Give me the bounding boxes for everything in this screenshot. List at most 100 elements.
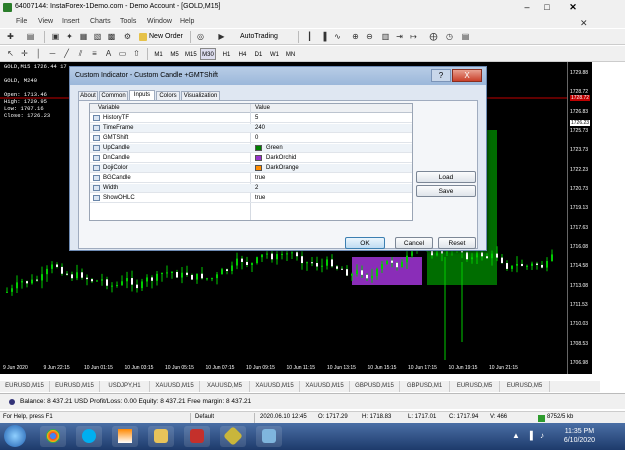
tray-arrow-icon[interactable]: ▲ <box>512 431 520 440</box>
timeframe-mn[interactable]: MN <box>284 48 297 60</box>
chart-tab[interactable]: XAUUSD,M15 <box>150 381 200 392</box>
chart-tab[interactable]: EURUSD,M15 <box>50 381 100 392</box>
crosshair-icon[interactable]: ✛ <box>19 49 30 59</box>
input-value[interactable]: 240 <box>255 125 265 131</box>
dialog-help-button[interactable]: ? <box>431 69 451 82</box>
line-chart-icon[interactable]: ∿ <box>332 32 343 42</box>
timeframe-m15[interactable]: M15 <box>184 48 197 60</box>
timeframe-d1[interactable]: D1 <box>252 48 265 60</box>
chart-shift-icon[interactable]: ↦ <box>408 32 419 42</box>
input-value[interactable]: true <box>255 195 265 201</box>
taskbar-skype[interactable] <box>76 426 102 447</box>
chart-tab[interactable]: USDJPY,H1 <box>100 381 150 392</box>
taskbar-chrome[interactable] <box>40 426 66 447</box>
fibonacci-icon[interactable]: ≡ <box>89 49 100 59</box>
templates-icon[interactable]: ▤ <box>460 32 471 42</box>
input-row-timeframe[interactable]: TimeFrame 240 <box>90 124 412 133</box>
load-button[interactable]: Load <box>416 171 476 183</box>
data-window-icon[interactable]: ✦ <box>64 32 75 42</box>
cancel-button[interactable]: Cancel <box>395 237 433 249</box>
input-value[interactable]: 5 <box>255 115 258 121</box>
chart-tab[interactable]: GBPUSD,M15 <box>350 381 400 392</box>
taskbar-metatrader[interactable] <box>220 426 246 447</box>
market-watch-icon[interactable]: ▣ <box>50 32 61 42</box>
timeframe-w1[interactable]: W1 <box>268 48 281 60</box>
input-value[interactable]: DarkOrange <box>266 165 299 171</box>
bar-chart-icon[interactable]: ┃ <box>304 32 315 42</box>
timeframe-m5[interactable]: M5 <box>168 48 181 60</box>
tray-volume-icon[interactable]: ♪ <box>540 431 544 440</box>
menu-window[interactable]: Window <box>147 18 172 25</box>
dialog-close-button[interactable]: X <box>452 69 482 82</box>
menu-insert[interactable]: Insert <box>62 18 80 25</box>
menu-file[interactable]: File <box>16 18 27 25</box>
timeframe-h4[interactable]: H4 <box>236 48 249 60</box>
minimize-icon[interactable]: – <box>520 1 534 13</box>
terminal-icon[interactable]: ▧ <box>92 32 103 42</box>
timeframe-m1[interactable]: M1 <box>152 48 165 60</box>
signals-icon[interactable]: ◎ <box>195 32 206 42</box>
menu-view[interactable]: View <box>38 18 53 25</box>
chart-tab[interactable]: XAUUSD,M15 <box>300 381 350 392</box>
ok-button[interactable]: OK <box>345 237 385 249</box>
status-profile[interactable]: Default <box>195 414 214 420</box>
candlestick-icon[interactable]: ▐ <box>318 32 329 42</box>
input-value[interactable]: 0 <box>255 135 258 141</box>
arrows-icon[interactable]: ⇧ <box>131 49 142 59</box>
vertical-line-icon[interactable]: │ <box>33 49 44 59</box>
input-row-dojicolor[interactable]: DojiColor DarkOrange <box>90 164 412 173</box>
input-row-gmtshift[interactable]: GMTShift 0 <box>90 134 412 143</box>
chart-tab[interactable]: XAUUSD,M5 <box>200 381 250 392</box>
reset-button[interactable]: Reset <box>438 237 476 249</box>
equidistant-channel-icon[interactable]: ⫽ <box>75 49 86 59</box>
meta-editor-icon[interactable]: ⚙ <box>122 32 133 42</box>
cursor-icon[interactable]: ↖ <box>5 49 16 59</box>
autoscroll-icon[interactable]: ⇥ <box>394 32 405 42</box>
tray-network-icon[interactable]: ▐ <box>527 431 533 440</box>
zoom-out-icon[interactable]: ⊖ <box>364 32 375 42</box>
taskbar-explorer[interactable] <box>148 426 174 447</box>
input-row-historytf[interactable]: HistoryTF 5 <box>90 114 412 123</box>
strategy-tester-icon[interactable]: ▩ <box>106 32 117 42</box>
menu-help[interactable]: Help <box>180 18 194 25</box>
chart-tab[interactable]: EURUSD,M5 <box>500 381 550 392</box>
autotrading-toggle-icon[interactable]: ▶ <box>216 32 227 42</box>
zoom-in-icon[interactable]: ⊕ <box>350 32 361 42</box>
profiles-icon[interactable]: ▤ <box>25 32 36 42</box>
start-button[interactable] <box>4 425 26 447</box>
input-value[interactable]: Green <box>266 145 283 151</box>
tile-windows-icon[interactable]: ▥ <box>380 32 391 42</box>
menu-charts[interactable]: Charts <box>90 18 111 25</box>
save-button[interactable]: Save <box>416 185 476 197</box>
taskbar-app[interactable] <box>184 426 210 447</box>
menu-tools[interactable]: Tools <box>120 18 136 25</box>
taskbar-vlc[interactable] <box>112 426 138 447</box>
input-value[interactable]: 2 <box>255 185 258 191</box>
chart-tab[interactable]: EURUSD,M5 <box>450 381 500 392</box>
input-value[interactable]: DarkOrchid <box>266 155 296 161</box>
trendline-icon[interactable]: ╱ <box>61 49 72 59</box>
input-value[interactable]: true <box>255 175 265 181</box>
periods-icon[interactable]: ◷ <box>444 32 455 42</box>
new-order-button[interactable]: New Order <box>139 31 183 43</box>
close-icon[interactable]: ✕ <box>566 1 580 13</box>
input-row-showohlc[interactable]: ShowOHLC true <box>90 194 412 203</box>
chart-tab[interactable]: EURUSD,M15 <box>0 381 50 392</box>
input-row-dncandle[interactable]: DnCandle DarkOrchid <box>90 154 412 163</box>
input-row-bgcandle[interactable]: BGCandle true <box>90 174 412 183</box>
timeframe-m30[interactable]: M30 <box>200 48 216 60</box>
navigator-icon[interactable]: ▦ <box>78 32 89 42</box>
autotrading-button[interactable]: AutoTrading <box>230 31 278 43</box>
chart-tab[interactable]: GBPUSD,M1 <box>400 381 450 392</box>
chart-tab[interactable]: XAUUSD,M15 <box>250 381 300 392</box>
taskbar-clock[interactable]: 11:35 PM 6/10/2020 <box>564 427 595 445</box>
input-row-upcandle[interactable]: UpCandle Green <box>90 144 412 153</box>
text-label-icon[interactable]: ▭ <box>117 49 128 59</box>
new-chart-icon[interactable]: ✚ <box>5 32 16 42</box>
text-icon[interactable]: A <box>103 49 114 59</box>
taskbar-window[interactable] <box>256 426 282 447</box>
indicators-icon[interactable]: ⨁ <box>428 32 439 42</box>
input-row-width[interactable]: Width 2 <box>90 184 412 193</box>
maximize-icon[interactable]: □ <box>540 1 554 13</box>
timeframe-h1[interactable]: H1 <box>220 48 233 60</box>
